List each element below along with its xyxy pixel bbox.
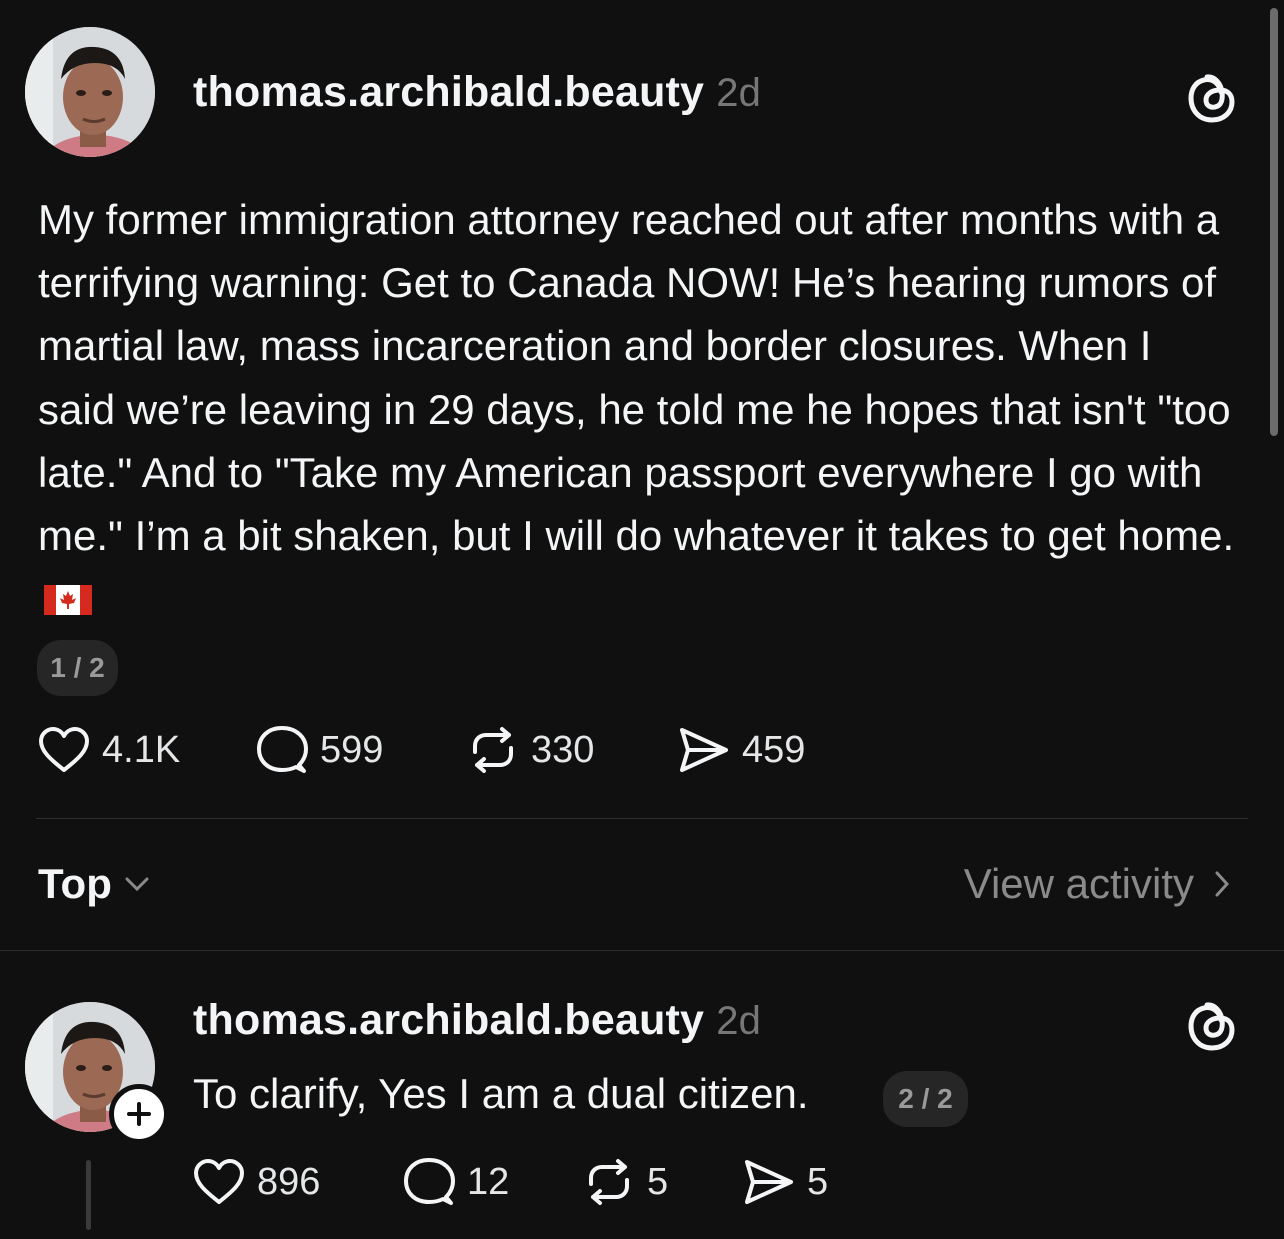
reply-count: 12 xyxy=(467,1160,510,1203)
username-link[interactable]: thomas.archibald.beauty xyxy=(193,68,704,116)
repost-button[interactable]: 330 xyxy=(467,726,678,774)
heart-icon xyxy=(39,727,89,772)
threads-logo-icon[interactable] xyxy=(1187,70,1237,124)
threads-logo-icon[interactable] xyxy=(1187,998,1237,1052)
like-count: 896 xyxy=(257,1160,321,1203)
view-activity-link[interactable]: View activity xyxy=(964,860,1230,908)
reply-count: 599 xyxy=(320,728,384,771)
comment-bubble-icon xyxy=(257,726,308,773)
divider xyxy=(36,818,1248,819)
post-timestamp: 2d xyxy=(716,71,762,115)
reply-button[interactable]: 12 xyxy=(403,1157,583,1207)
scrollbar[interactable] xyxy=(1270,8,1278,436)
heart-icon xyxy=(194,1159,244,1204)
sort-label: Top xyxy=(38,860,112,907)
repost-button[interactable]: 5 xyxy=(583,1158,743,1206)
view-activity-label: View activity xyxy=(963,860,1194,907)
like-button[interactable]: 896 xyxy=(193,1158,403,1206)
thread-page-indicator: 2 / 2 xyxy=(883,1071,968,1127)
post-header: thomas.archibald.beauty 2d xyxy=(193,68,761,117)
follow-button[interactable] xyxy=(109,1084,169,1144)
plus-icon xyxy=(127,1102,151,1126)
post-text: My former immigration attorney reached o… xyxy=(38,196,1243,560)
thread-page-indicator: 1 / 2 xyxy=(37,640,118,696)
chevron-down-icon xyxy=(125,877,149,892)
reply-timestamp: 2d xyxy=(716,999,762,1043)
send-icon xyxy=(745,1160,793,1204)
avatar[interactable] xyxy=(25,27,155,157)
repost-icon xyxy=(473,727,513,773)
reply-actions: 896 12 5 5 xyxy=(193,1154,828,1210)
like-button[interactable]: 4.1K xyxy=(38,726,256,774)
chevron-right-icon xyxy=(1215,871,1230,897)
reply-button[interactable]: 599 xyxy=(256,725,467,775)
repost-count: 330 xyxy=(531,728,595,771)
share-count: 5 xyxy=(807,1160,829,1203)
repost-icon xyxy=(589,1159,629,1205)
sort-dropdown[interactable]: Top xyxy=(38,860,150,908)
post-body: My former immigration attorney reached o… xyxy=(38,188,1238,630)
reply-username-link[interactable]: thomas.archibald.beauty xyxy=(193,996,704,1044)
share-count: 459 xyxy=(742,728,806,771)
thread-connector-line xyxy=(86,1160,91,1230)
comment-bubble-icon xyxy=(404,1158,455,1205)
repost-count: 5 xyxy=(647,1160,669,1203)
avatar-photo xyxy=(25,27,155,157)
share-button[interactable]: 5 xyxy=(743,1158,828,1206)
section-divider xyxy=(0,950,1284,951)
like-count: 4.1K xyxy=(102,728,181,771)
threads-post-page: thomas.archibald.beauty 2d My former immi… xyxy=(0,0,1284,1239)
send-icon xyxy=(680,728,728,772)
reply-text: To clarify, Yes I am a dual citizen. xyxy=(193,1070,809,1117)
reply-body: To clarify, Yes I am a dual citizen. xyxy=(193,1070,809,1118)
canada-flag-icon xyxy=(44,569,92,616)
share-button[interactable]: 459 xyxy=(678,726,805,774)
post-actions: 4.1K 599 330 459 xyxy=(38,722,805,778)
reply-header: thomas.archibald.beauty 2d xyxy=(193,996,761,1045)
